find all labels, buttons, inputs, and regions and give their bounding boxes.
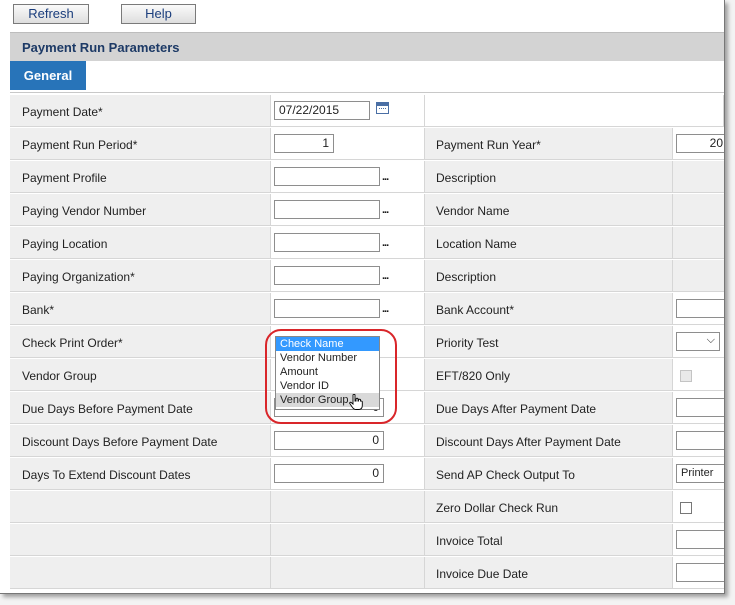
paying-vendor-number-label: Paying Vendor Number (22, 204, 147, 218)
description-1-label: Description (436, 171, 497, 185)
location-name-label: Location Name (436, 237, 517, 251)
payment-run-year-label: Payment Run Year* (436, 138, 541, 152)
tab-general[interactable]: General (10, 61, 86, 90)
discount-days-before-label: Discount Days Before Payment Date (22, 435, 218, 449)
priority-test-select[interactable]: ⌵ (676, 332, 720, 351)
due-days-after-input[interactable] (676, 398, 724, 417)
row-discount-days-before: Discount Days Before Payment Date 0 Disc… (10, 425, 724, 458)
zero-dollar-check-run-label: Zero Dollar Check Run (436, 501, 559, 515)
lookup-icon[interactable]: ... (382, 237, 389, 249)
help-button[interactable]: Help (121, 4, 196, 24)
days-to-extend-label: Days To Extend Discount Dates (22, 468, 191, 482)
section-title: Payment Run Parameters (22, 40, 180, 55)
bank-account-input[interactable] (676, 299, 724, 318)
paying-location-input[interactable] (274, 233, 380, 252)
highlight-ring (265, 329, 397, 424)
chevron-down-icon: ⌵ (706, 334, 715, 346)
hand-cursor-icon (349, 394, 363, 410)
lookup-icon[interactable]: ... (382, 303, 389, 315)
row-payment-profile: Payment Profile ... Description (10, 161, 724, 194)
payment-run-window: Refresh Help Payment Run Parameters Gene… (0, 0, 725, 594)
days-to-extend-input[interactable]: 0 (274, 464, 384, 483)
row-invoice-due-date: Invoice Due Date (10, 557, 724, 590)
invoice-total-input[interactable] (676, 530, 724, 549)
discount-days-after-input[interactable] (676, 431, 724, 450)
paying-organization-label: Paying Organization* (22, 270, 135, 284)
row-invoice-total: Invoice Total (10, 524, 724, 557)
payment-date-label: Payment Date* (22, 105, 103, 119)
lookup-icon[interactable]: ... (382, 171, 389, 183)
payment-run-year-input[interactable]: 20 (676, 134, 724, 153)
row-payment-date: Payment Date* 07/22/2015 (10, 95, 724, 128)
invoice-due-date-label: Invoice Due Date (436, 567, 529, 581)
description-2-label: Description (436, 270, 497, 284)
section-title-bar: Payment Run Parameters (10, 32, 724, 62)
send-ap-check-output-label: Send AP Check Output To (436, 468, 575, 482)
tab-bar: General (10, 61, 724, 93)
payment-run-period-label: Payment Run Period* (22, 138, 138, 152)
discount-days-after-label: Discount Days After Payment Date (436, 435, 621, 449)
vendor-group-label: Vendor Group (22, 369, 97, 383)
paying-vendor-number-input[interactable] (274, 200, 380, 219)
invoice-total-label: Invoice Total (436, 534, 503, 548)
eft-820-only-label: EFT/820 Only (436, 369, 511, 383)
priority-test-label: Priority Test (436, 336, 499, 350)
payment-run-period-input[interactable]: 1 (274, 134, 334, 153)
row-paying-vendor-number: Paying Vendor Number ... Vendor Name (10, 194, 724, 227)
payment-profile-input[interactable] (274, 167, 380, 186)
check-print-order-label: Check Print Order* (22, 336, 123, 350)
row-paying-organization: Paying Organization* ... Description (10, 260, 724, 293)
paying-location-label: Paying Location (22, 237, 108, 251)
paying-organization-input[interactable] (274, 266, 380, 285)
row-bank: Bank* ... Bank Account* (10, 293, 724, 326)
due-days-after-label: Due Days After Payment Date (436, 402, 597, 416)
calendar-icon[interactable] (376, 102, 389, 114)
due-days-before-label: Due Days Before Payment Date (22, 402, 193, 416)
row-paying-location: Paying Location ... Location Name (10, 227, 724, 260)
lookup-icon[interactable]: ... (382, 270, 389, 282)
row-days-to-extend: Days To Extend Discount Dates 0 Send AP … (10, 458, 724, 491)
payment-profile-label: Payment Profile (22, 171, 107, 185)
bank-label: Bank* (22, 303, 55, 317)
refresh-button[interactable]: Refresh (13, 4, 89, 24)
payment-date-input[interactable]: 07/22/2015 (274, 101, 370, 120)
bank-input[interactable] (274, 299, 380, 318)
zero-dollar-check-run-checkbox[interactable] (680, 502, 692, 514)
lookup-icon[interactable]: ... (382, 204, 389, 216)
vendor-name-label: Vendor Name (436, 204, 510, 218)
row-payment-run-period: Payment Run Period* 1 Payment Run Year* … (10, 128, 724, 161)
invoice-due-date-input[interactable] (676, 563, 724, 582)
send-ap-check-output-select[interactable]: Printer (676, 464, 724, 483)
bank-account-label: Bank Account* (436, 303, 515, 317)
row-zero-dollar-check-run: Zero Dollar Check Run (10, 491, 724, 524)
discount-days-before-input[interactable]: 0 (274, 431, 384, 450)
eft-820-only-checkbox[interactable] (680, 370, 692, 382)
